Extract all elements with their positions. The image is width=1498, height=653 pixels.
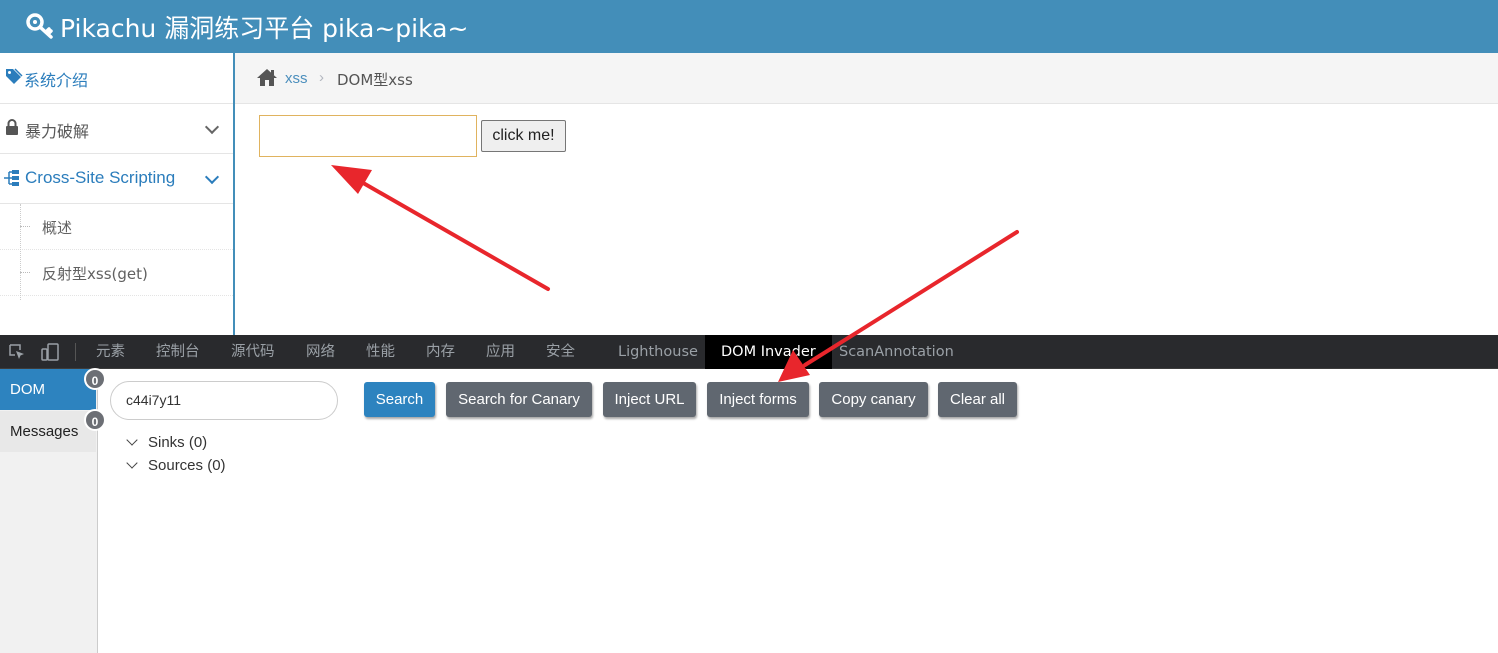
tab-scan-annotation[interactable]: ScanAnnotation	[839, 335, 954, 369]
inject-url-button[interactable]: Inject URL	[603, 382, 696, 417]
canary-input[interactable]: c44i7y11	[110, 381, 338, 420]
messages-count-badge: 0	[84, 409, 106, 431]
click-me-button[interactable]: click me!	[481, 120, 566, 152]
sidebar-subitem-overview[interactable]: 概述	[0, 204, 233, 250]
sidebar-subitem-label: 反射型xss(get)	[42, 265, 148, 283]
chevron-down-icon	[204, 169, 220, 185]
side-tab-label: DOM	[10, 381, 45, 398]
side-tab-label: Messages	[10, 423, 79, 440]
sinks-tree-row[interactable]: Sinks (0)	[126, 434, 207, 451]
tab-elements[interactable]: 元素	[96, 335, 125, 369]
sidebar-item-label: Cross-Site Scripting	[25, 168, 176, 187]
tab-network[interactable]: 网络	[306, 335, 335, 369]
sidebar-item-label: 系统介绍	[24, 71, 89, 90]
app-header: Pikachu 漏洞练习平台 pika~pika~	[0, 0, 1498, 53]
sitemap-icon	[4, 170, 19, 186]
home-icon[interactable]	[256, 68, 278, 87]
breadcrumb-separator: ›	[319, 69, 324, 86]
sidebar-subitem-label: 概述	[42, 219, 73, 237]
inspect-element-icon[interactable]	[8, 343, 26, 361]
sidebar-item-bruteforce[interactable]: 暴力破解	[0, 104, 233, 154]
side-tab-messages[interactable]: Messages	[0, 411, 96, 452]
chevron-down-icon	[126, 434, 138, 446]
device-toolbar-icon[interactable]	[40, 343, 60, 361]
tab-memory[interactable]: 内存	[426, 335, 455, 369]
lock-icon	[6, 119, 18, 135]
sinks-label: Sinks (0)	[148, 434, 208, 451]
clear-all-button[interactable]: Clear all	[938, 382, 1017, 417]
toolbar-divider	[75, 343, 76, 361]
side-tab-dom[interactable]: DOM	[0, 369, 96, 410]
copy-canary-button[interactable]: Copy canary	[819, 382, 928, 417]
tab-lighthouse[interactable]: Lighthouse	[618, 335, 698, 369]
tab-console[interactable]: 控制台	[156, 335, 200, 369]
search-button[interactable]: Search	[364, 382, 435, 417]
chevron-down-icon	[126, 457, 138, 469]
annotation-arrow-to-input	[331, 165, 550, 291]
sidebar-item-label: 暴力破解	[25, 122, 90, 141]
xss-text-input[interactable]	[259, 115, 477, 157]
sidebar: 系统介绍 暴力破解 Cross-Site Scripting 概述 反射型xss…	[0, 53, 235, 335]
inject-forms-button[interactable]: Inject forms	[707, 382, 809, 417]
tree-connector	[20, 226, 30, 227]
chevron-down-icon	[204, 119, 220, 135]
sources-tree-row[interactable]: Sources (0)	[126, 457, 226, 474]
tree-connector	[20, 272, 30, 273]
tags-icon	[6, 68, 23, 84]
breadcrumb: xss › DOM型xss	[235, 53, 1498, 104]
tree-line	[20, 204, 21, 300]
dom-invader-sidebar: DOM Messages	[0, 369, 98, 653]
dom-count-badge: 0	[84, 368, 106, 390]
breadcrumb-link-xss[interactable]: xss	[285, 70, 308, 87]
tab-performance[interactable]: 性能	[366, 335, 395, 369]
sidebar-item-xss[interactable]: Cross-Site Scripting	[0, 154, 233, 204]
sidebar-item-intro[interactable]: 系统介绍	[0, 53, 233, 104]
tab-application[interactable]: 应用	[486, 335, 515, 369]
app-title: Pikachu 漏洞练习平台 pika~pika~	[60, 14, 469, 43]
search-for-canary-button[interactable]: Search for Canary	[446, 382, 592, 417]
tab-sources[interactable]: 源代码	[231, 335, 275, 369]
breadcrumb-current: DOM型xss	[337, 71, 413, 89]
tab-security[interactable]: 安全	[546, 335, 575, 369]
sidebar-subitem-reflected-xss[interactable]: 反射型xss(get)	[0, 250, 233, 296]
devtools-tabbar: 元素 控制台 源代码 网络 性能 内存 应用 安全 Lighthouse DOM…	[0, 335, 1498, 369]
sources-label: Sources (0)	[148, 457, 226, 474]
key-icon	[26, 13, 53, 39]
tab-dom-invader[interactable]: DOM Invader	[705, 335, 832, 369]
